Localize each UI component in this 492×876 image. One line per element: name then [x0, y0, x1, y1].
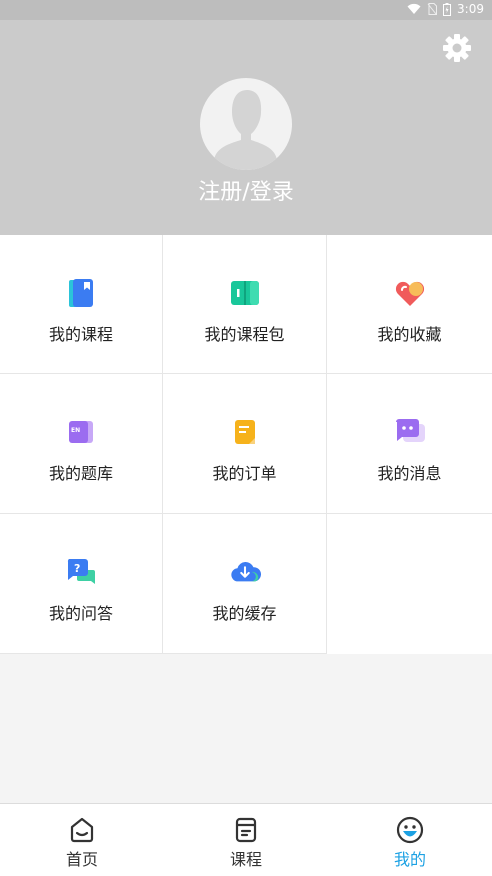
- tab-mine[interactable]: 我的: [328, 804, 492, 876]
- menu-item-my-courses[interactable]: 我的课程: [0, 235, 163, 374]
- wifi-icon: [407, 3, 421, 15]
- menu-item-label: 我的题库: [48, 464, 113, 483]
- qa-bubble-icon: ?: [65, 556, 97, 588]
- menu-item-label: 我的问答: [48, 604, 113, 623]
- profile-header: 注册/登录: [0, 20, 492, 235]
- settings-button[interactable]: [442, 33, 472, 63]
- question-bank-icon: EN: [65, 416, 97, 448]
- svg-text:?: ?: [74, 562, 80, 575]
- battery-icon: [443, 2, 452, 16]
- menu-item-my-qa[interactable]: ? 我的问答: [0, 514, 163, 654]
- home-icon: [70, 817, 94, 843]
- profile-smile-icon: [396, 816, 424, 844]
- no-sim-icon: [427, 3, 438, 15]
- menu-item-label: 我的课程包: [204, 325, 285, 344]
- menu-empty-slot: [327, 514, 492, 654]
- menu-item-my-question-bank[interactable]: EN 我的题库: [0, 374, 163, 514]
- menu-item-label: 我的缓存: [212, 604, 277, 623]
- menu-item-label: 我的订单: [212, 464, 277, 483]
- menu-grid: 我的课程 我的课程包 我的收藏 EN 我的题库 我的订单 我的消息 ? 我的问答…: [0, 235, 492, 654]
- login-register-link[interactable]: 注册/登录: [0, 174, 492, 206]
- menu-item-label: 我的课程: [48, 325, 113, 344]
- status-bar: 3:09: [0, 0, 492, 20]
- tab-label: 我的: [393, 850, 426, 869]
- tab-home[interactable]: 首页: [0, 804, 164, 876]
- avatar[interactable]: [200, 78, 292, 170]
- order-note-icon: [229, 416, 261, 448]
- bottom-tab-bar: 首页 课程 我的: [0, 803, 492, 876]
- menu-item-my-favorites[interactable]: 我的收藏: [327, 235, 492, 374]
- tab-courses[interactable]: 课程: [164, 804, 328, 876]
- tab-label: 首页: [65, 850, 98, 869]
- menu-item-my-messages[interactable]: 我的消息: [327, 374, 492, 514]
- message-chat-icon: [394, 416, 426, 448]
- cache-download-icon: [229, 556, 261, 588]
- menu-item-label: 我的收藏: [377, 325, 442, 344]
- menu-item-my-cache[interactable]: 我的缓存: [163, 514, 327, 654]
- course-icon: [235, 817, 257, 843]
- default-user-icon: [214, 90, 277, 170]
- menu-item-my-course-package[interactable]: 我的课程包: [163, 235, 327, 374]
- status-time: 3:09: [457, 2, 484, 16]
- course-book-icon: [65, 277, 97, 309]
- gear-icon: [443, 34, 471, 62]
- status-icons: 3:09: [407, 2, 484, 16]
- tab-label: 课程: [229, 850, 262, 869]
- menu-item-label: 我的消息: [377, 464, 442, 483]
- menu-item-my-orders[interactable]: 我的订单: [163, 374, 327, 514]
- favorite-heart-icon: [394, 277, 426, 309]
- course-package-icon: [229, 277, 261, 309]
- svg-text:EN: EN: [71, 427, 80, 434]
